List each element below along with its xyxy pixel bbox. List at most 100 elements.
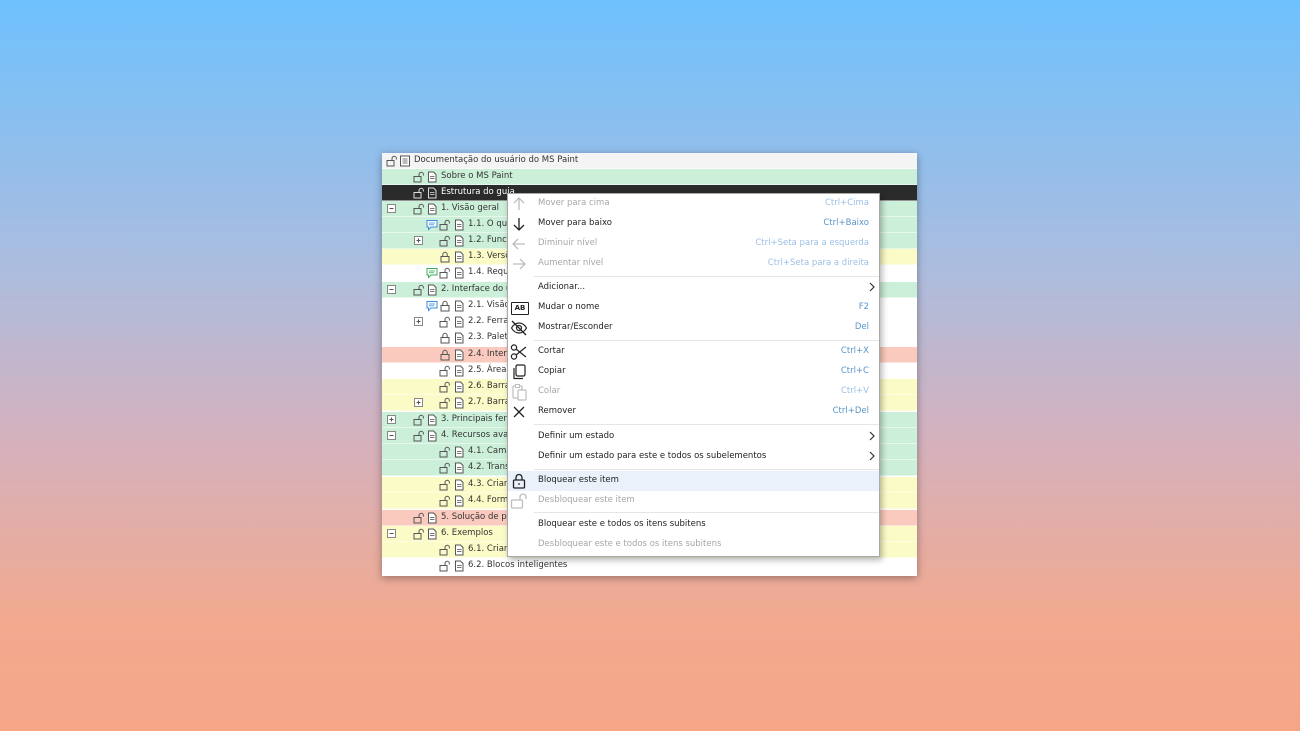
expand-icon[interactable]: [414, 236, 423, 245]
document-icon: [455, 462, 464, 474]
unlock-icon[interactable]: [439, 560, 451, 572]
unlock-icon: [510, 493, 527, 509]
paste-item[interactable]: Colar Ctrl+V: [508, 382, 879, 402]
unlock-icon[interactable]: [413, 203, 425, 215]
lock-icon[interactable]: [439, 332, 451, 344]
comment-icon[interactable]: [426, 219, 438, 231]
document-icon: [455, 332, 464, 344]
tree-row-label: 6.2. Blocos inteligentes: [468, 560, 568, 570]
unlock-icon[interactable]: [413, 171, 425, 183]
expand-icon[interactable]: [387, 415, 396, 424]
document-icon: [428, 528, 437, 540]
document-icon: [455, 235, 464, 247]
arrow-down-icon: [513, 218, 525, 231]
show-hide-item[interactable]: Mostrar/Esconder Del: [508, 318, 879, 338]
tree-row-label: 2.4. Interf: [468, 349, 510, 359]
decrease-level-label: Diminuir nível: [538, 238, 598, 248]
arrow-left-icon: [512, 238, 525, 250]
tree-row-label: 2.6. Barra: [468, 381, 511, 391]
unlock-all-item[interactable]: Desbloquear este e todos os itens subite…: [508, 535, 879, 555]
copy-icon: [513, 364, 526, 380]
set-state-item[interactable]: Definir um estado: [508, 427, 879, 447]
increase-level-label: Aumentar nível: [538, 258, 604, 268]
increase-level-item[interactable]: Aumentar nível Ctrl+Seta para a direita: [508, 254, 879, 274]
expand-icon[interactable]: [414, 398, 423, 407]
unlock-icon[interactable]: [439, 235, 451, 247]
tree-row-label: 1.1. O que: [468, 219, 513, 229]
unlock-icon[interactable]: [439, 267, 451, 279]
menu-separator: [534, 276, 879, 277]
move-up-item[interactable]: Mover para cima Ctrl+Cima: [508, 194, 879, 214]
unlock-icon[interactable]: [413, 528, 425, 540]
arrow-up-icon: [513, 197, 525, 210]
unlock-icon[interactable]: [413, 512, 425, 524]
tree-row[interactable]: Sobre o MS Paint: [382, 169, 917, 185]
unlock-icon[interactable]: [439, 397, 451, 409]
lock-icon[interactable]: [439, 349, 451, 361]
comment-icon[interactable]: [426, 267, 438, 279]
unlock-icon[interactable]: [386, 155, 398, 167]
lock-all-item[interactable]: Bloquear este e todos os itens subitens: [508, 515, 879, 535]
add-item[interactable]: Adicionar...: [508, 278, 879, 298]
tree-row[interactable]: 6.2. Blocos inteligentes: [382, 558, 917, 574]
lock-all-label: Bloquear este e todos os itens subitens: [538, 519, 706, 529]
remove-shortcut: Ctrl+Del: [832, 406, 869, 416]
unlock-icon[interactable]: [439, 381, 451, 393]
collapse-icon[interactable]: [387, 285, 396, 294]
unlock-icon[interactable]: [413, 284, 425, 296]
tree-root-row[interactable]: Documentação do usuário do MS Paint: [382, 153, 917, 169]
collapse-icon[interactable]: [387, 431, 396, 440]
copy-label: Copiar: [538, 366, 566, 376]
unlock-item[interactable]: Desbloquear este item: [508, 491, 879, 511]
move-down-item[interactable]: Mover para baixo Ctrl+Baixo: [508, 214, 879, 234]
unlock-icon[interactable]: [439, 479, 451, 491]
rename-label: Mudar o nome: [538, 302, 600, 312]
document-icon: [428, 171, 437, 183]
tree-row-label: 2.2. Ferrar: [468, 316, 513, 326]
decrease-level-item[interactable]: Diminuir nível Ctrl+Seta para a esquerda: [508, 234, 879, 254]
collapse-icon[interactable]: [387, 204, 396, 213]
paste-shortcut: Ctrl+V: [840, 386, 869, 396]
unlock-icon[interactable]: [413, 414, 425, 426]
set-state-all-label: Definir um estado para este e todos os s…: [538, 451, 767, 461]
tree-root-label: Documentação do usuário do MS Paint: [414, 155, 579, 165]
rename-icon: AB: [510, 299, 529, 317]
chevron-right-icon: [869, 431, 875, 441]
lock-icon[interactable]: [439, 251, 451, 263]
unlock-icon[interactable]: [413, 430, 425, 442]
menu-separator: [534, 512, 879, 513]
tree-row-label: 2.7. Barra: [468, 397, 511, 407]
set-state-all-item[interactable]: Definir um estado para este e todos os s…: [508, 447, 879, 467]
lock-item[interactable]: Bloquear este item: [508, 471, 879, 491]
notebook-icon: [400, 155, 410, 167]
unlock-icon[interactable]: [439, 446, 451, 458]
cut-item[interactable]: Cortar Ctrl+X: [508, 342, 879, 362]
unlock-icon[interactable]: [439, 462, 451, 474]
comment-icon[interactable]: [426, 300, 438, 312]
collapse-icon[interactable]: [387, 529, 396, 538]
tree-row-label: Sobre o MS Paint: [441, 171, 513, 181]
unlock-icon[interactable]: [439, 219, 451, 231]
unlock-icon[interactable]: [439, 544, 451, 556]
document-icon: [428, 414, 437, 426]
tree-row-label: 4.2. Trans: [468, 462, 510, 472]
tree-row-label: Estrutura do guia: [441, 187, 515, 197]
add-label: Adicionar...: [538, 282, 586, 292]
unlock-icon[interactable]: [439, 365, 451, 377]
unlock-icon[interactable]: [439, 495, 451, 507]
set-state-label: Definir um estado: [538, 431, 615, 441]
rename-item[interactable]: AB Mudar o nome F2: [508, 298, 879, 318]
remove-item[interactable]: Remover Ctrl+Del: [508, 402, 879, 422]
document-icon: [455, 349, 464, 361]
document-icon: [455, 251, 464, 263]
expand-icon[interactable]: [414, 317, 423, 326]
lock-icon[interactable]: [439, 300, 451, 312]
paste-label: Colar: [538, 386, 561, 396]
chevron-right-icon: [869, 451, 875, 461]
copy-item[interactable]: Copiar Ctrl+C: [508, 362, 879, 382]
tree-row-label: 6. Exemplos: [441, 528, 493, 538]
tree-row-label: 4.4. Form: [468, 495, 509, 505]
unlock-icon[interactable]: [413, 187, 425, 199]
unlock-icon[interactable]: [439, 316, 451, 328]
move-down-shortcut: Ctrl+Baixo: [823, 218, 869, 228]
